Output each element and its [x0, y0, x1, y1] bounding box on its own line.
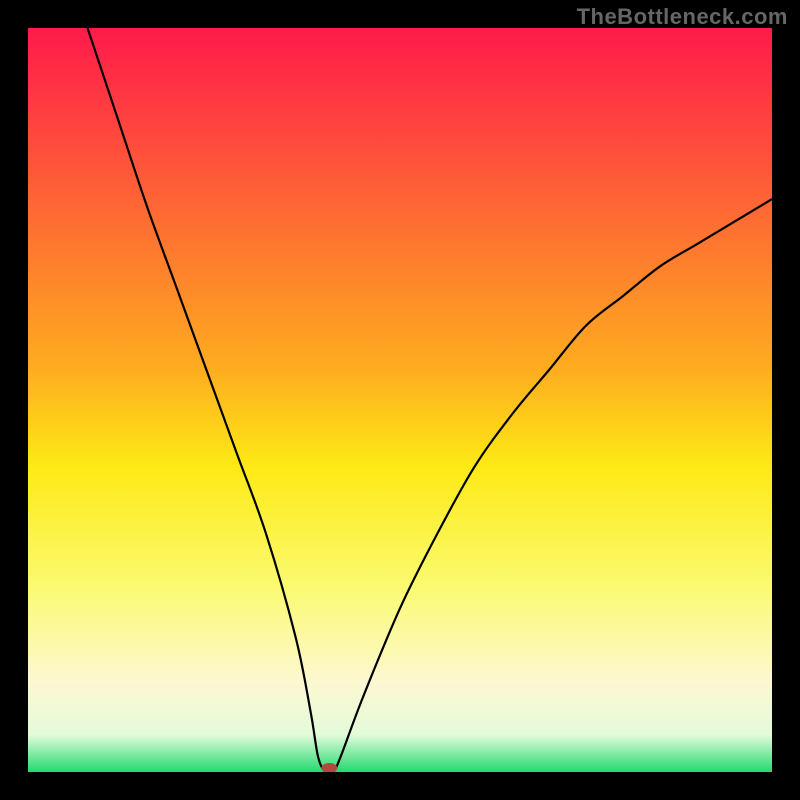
- chart-svg: [28, 28, 772, 772]
- plot-area: [28, 28, 772, 772]
- gradient-background: [28, 28, 772, 772]
- watermark-text: TheBottleneck.com: [577, 4, 788, 30]
- chart-frame: TheBottleneck.com: [0, 0, 800, 800]
